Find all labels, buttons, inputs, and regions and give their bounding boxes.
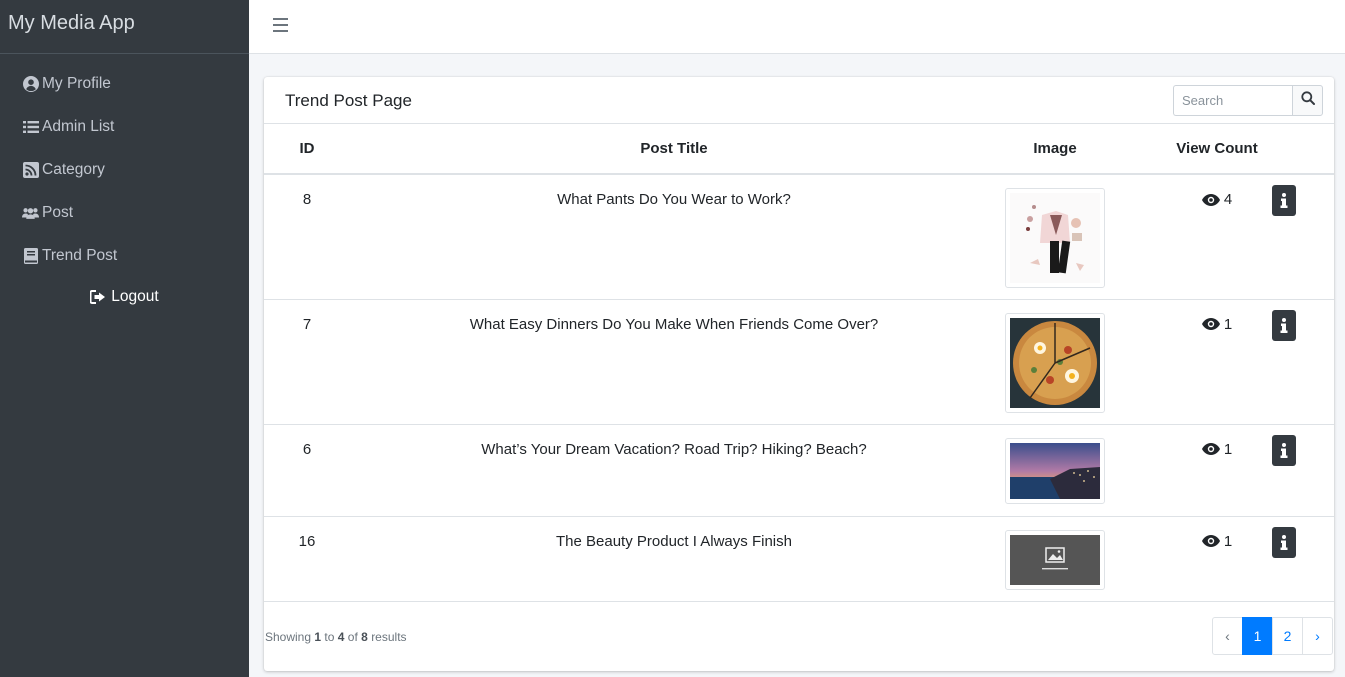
info-icon — [1280, 193, 1288, 208]
sidebar-nav: My Profile Admin List Category Post Tren… — [0, 54, 249, 317]
column-header-id: ID — [264, 124, 350, 175]
eye-icon — [1201, 193, 1220, 206]
info-icon — [1280, 443, 1288, 458]
table-row: 8 What Pants Do You Wear to Work? 4 — [264, 174, 1334, 300]
sidebar-item-category[interactable]: Category — [0, 148, 249, 191]
cell-actions — [1322, 174, 1334, 300]
cell-id: 8 — [264, 174, 350, 300]
view-count-value: 1 — [1223, 532, 1233, 550]
search-group — [1173, 85, 1323, 116]
sign-out-icon — [90, 290, 107, 304]
column-header-view-count: View Count — [1112, 124, 1322, 175]
search-button[interactable] — [1292, 85, 1323, 116]
coastal-sunset-image — [1010, 442, 1100, 499]
sidebar-item-label: Category — [42, 160, 105, 178]
view-count: 1 — [1201, 315, 1233, 333]
table-header-row: ID Post Title Image View Count — [264, 124, 1334, 175]
cell-image — [998, 174, 1112, 300]
menu-toggle-icon[interactable] — [273, 18, 288, 32]
info-icon — [1280, 318, 1288, 333]
post-thumbnail — [1005, 529, 1105, 590]
placeholder-image — [1010, 534, 1100, 585]
sidebar-item-label: Admin List — [42, 117, 115, 135]
page-title: Trend Post Page — [285, 91, 412, 110]
sidebar-item-my-profile[interactable]: My Profile — [0, 62, 249, 105]
pagination-prev-button[interactable]: ‹ — [1212, 617, 1243, 655]
results-label: results — [371, 630, 407, 644]
pagination-page-1[interactable]: 1 — [1242, 617, 1273, 655]
post-thumbnail — [1005, 312, 1105, 413]
view-count-value: 1 — [1223, 440, 1233, 458]
results-to-label: to — [324, 630, 335, 644]
users-icon — [22, 204, 39, 221]
cell-actions — [1322, 299, 1334, 425]
book-icon — [22, 247, 39, 264]
user-circle-icon — [22, 75, 39, 92]
post-thumbnail — [1005, 188, 1105, 288]
column-header-image: Image — [998, 124, 1112, 175]
list-icon — [22, 118, 39, 135]
table-row: 6 What’s Your Dream Vacation? Road Trip?… — [264, 424, 1334, 517]
results-showing-label: Showing — [265, 630, 312, 644]
eye-icon — [1201, 443, 1220, 455]
cell-post-title: The Beauty Product I Always Finish — [350, 516, 998, 602]
pagination-next-button[interactable]: › — [1302, 617, 1333, 655]
results-summary: Showing 1 to 4 of 8 results — [265, 630, 407, 644]
pizza-image — [1010, 317, 1100, 408]
results-from: 1 — [314, 630, 322, 644]
view-count-value: 4 — [1223, 191, 1233, 208]
sidebar-item-post[interactable]: Post — [0, 191, 249, 234]
view-count: 1 — [1201, 440, 1233, 458]
column-header-post-title: Post Title — [350, 124, 998, 175]
column-header-actions — [1322, 124, 1334, 175]
view-count-value: 1 — [1223, 315, 1233, 333]
cell-actions — [1322, 516, 1334, 602]
sidebar-item-label: Post — [42, 203, 74, 221]
trend-post-card: Trend Post Page ID Post Title Image View… — [264, 77, 1334, 671]
cell-post-title: What Pants Do You Wear to Work? — [350, 174, 998, 300]
logout-button[interactable]: Logout — [0, 277, 249, 317]
post-details-button[interactable] — [1272, 310, 1296, 341]
post-thumbnail — [1005, 437, 1105, 504]
pagination: ‹ 1 2 › — [1212, 617, 1333, 655]
sidebar-item-label: Trend Post — [42, 246, 118, 264]
rss-icon — [22, 161, 39, 178]
cell-post-title: What’s Your Dream Vacation? Road Trip? H… — [350, 424, 998, 517]
results-of-label: of — [347, 630, 358, 644]
sidebar-item-admin-list[interactable]: Admin List — [0, 105, 249, 148]
app-title[interactable]: My Media App — [0, 0, 249, 54]
outfit-flatlay-image — [1010, 193, 1100, 283]
logout-label: Logout — [111, 288, 159, 305]
info-icon — [1280, 535, 1288, 550]
card-header: Trend Post Page — [264, 77, 1334, 124]
cell-image — [998, 299, 1112, 425]
cell-id: 16 — [264, 516, 350, 602]
sidebar-item-label: My Profile — [42, 74, 111, 92]
search-input[interactable] — [1173, 85, 1292, 116]
search-icon — [1300, 91, 1315, 110]
post-details-button[interactable] — [1272, 435, 1296, 466]
view-count: 4 — [1201, 191, 1233, 208]
results-total: 8 — [361, 630, 368, 644]
post-details-button[interactable] — [1272, 527, 1296, 558]
cell-image — [998, 516, 1112, 602]
cell-id: 7 — [264, 299, 350, 425]
eye-icon — [1201, 535, 1220, 547]
eye-icon — [1201, 318, 1220, 330]
table-row: 16 The Beauty Product I Always Finish 1 — [264, 516, 1334, 602]
trend-post-table: ID Post Title Image View Count 8 What Pa… — [264, 124, 1334, 602]
top-navbar — [249, 0, 1345, 54]
cell-post-title: What Easy Dinners Do You Make When Frien… — [350, 299, 998, 425]
results-to: 4 — [337, 630, 345, 644]
pagination-page-2[interactable]: 2 — [1272, 617, 1303, 655]
cell-image — [998, 424, 1112, 517]
cell-id: 6 — [264, 424, 350, 517]
cell-actions — [1322, 424, 1334, 517]
sidebar-item-trend-post[interactable]: Trend Post — [0, 234, 249, 277]
view-count: 1 — [1201, 532, 1233, 550]
sidebar: My Media App My Profile Admin List Categ… — [0, 0, 249, 677]
post-details-button[interactable] — [1272, 185, 1296, 216]
table-row: 7 What Easy Dinners Do You Make When Fri… — [264, 299, 1334, 425]
